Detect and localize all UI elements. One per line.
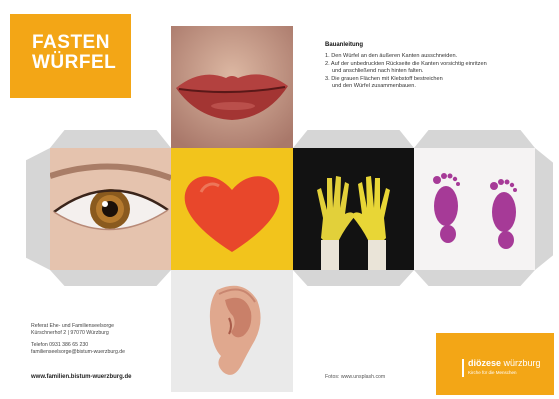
page: FASTEN WÜRFEL Bauanleitung 1. Den Würfel… — [0, 0, 559, 399]
ear-face — [171, 270, 293, 392]
heart-image — [171, 148, 293, 270]
ear-image — [171, 270, 293, 392]
instructions-heading: Bauanleitung — [325, 42, 364, 48]
logo-bar — [462, 359, 464, 377]
glue-tab — [50, 270, 171, 286]
diocese-name-light: würzburg — [501, 358, 541, 368]
diocese-name-bold: diözese — [468, 358, 502, 368]
photo-credits: Fotos: www.unsplash.com — [325, 374, 386, 380]
glue-tab — [293, 130, 414, 148]
glue-tab — [293, 270, 414, 286]
hands-image — [293, 148, 414, 270]
glue-tab — [50, 130, 171, 148]
phone-number: Telefon 0931 386 65 230 — [31, 342, 89, 349]
email-address[interactable]: familienseelsorge@bistum-wuerzburg.de — [31, 349, 181, 356]
instruction-step: 3. Die grauen Flächen mit Klebstoff best… — [325, 75, 443, 82]
instruction-step: und anschließend nach hinten falten. — [332, 68, 424, 75]
instruction-step: 2. Auf der unbedruckten Rückseite die Ka… — [325, 60, 487, 67]
diocese-tagline: Kirche für die Menschen — [468, 370, 517, 375]
instruction-step: 1. Den Würfel an den äußeren Kanten auss… — [325, 53, 458, 60]
feet-face — [414, 148, 535, 270]
title-line-2: WÜRFEL — [32, 52, 117, 73]
mouth-face — [171, 26, 293, 148]
eye-face — [50, 148, 171, 270]
website-link[interactable]: www.familien.bistum-wuerzburg.de — [31, 374, 131, 380]
title-banner: FASTEN WÜRFEL — [10, 14, 131, 98]
glue-tab — [26, 148, 50, 270]
glue-tab — [414, 270, 535, 286]
org-name: Referat Ehe- und Familienseelsorge — [31, 323, 115, 329]
contact-address: Referat Ehe- und Familienseelsorge Kürsc… — [31, 323, 181, 355]
heart-face — [171, 148, 293, 270]
title-line-1: FASTEN — [32, 32, 110, 53]
hands-face — [293, 148, 414, 270]
street-address: Kürschnerhof 2 | 97070 Würzburg — [31, 329, 109, 336]
glue-tab — [535, 148, 553, 270]
diocese-name: diözese würzburg — [468, 358, 541, 368]
eye-image — [50, 148, 171, 270]
glue-tab — [414, 130, 535, 148]
footprints-image — [414, 148, 535, 270]
instruction-step: und den Würfel zusammenbauen. — [332, 83, 416, 90]
diocese-logo: diözese würzburg Kirche für die Menschen — [436, 333, 554, 395]
instructions-list: 1. Den Würfel an den äußeren Kanten auss… — [325, 53, 525, 90]
lips-image — [171, 26, 293, 148]
instructions: Bauanleitung 1. Den Würfel an den äußere… — [325, 42, 525, 90]
